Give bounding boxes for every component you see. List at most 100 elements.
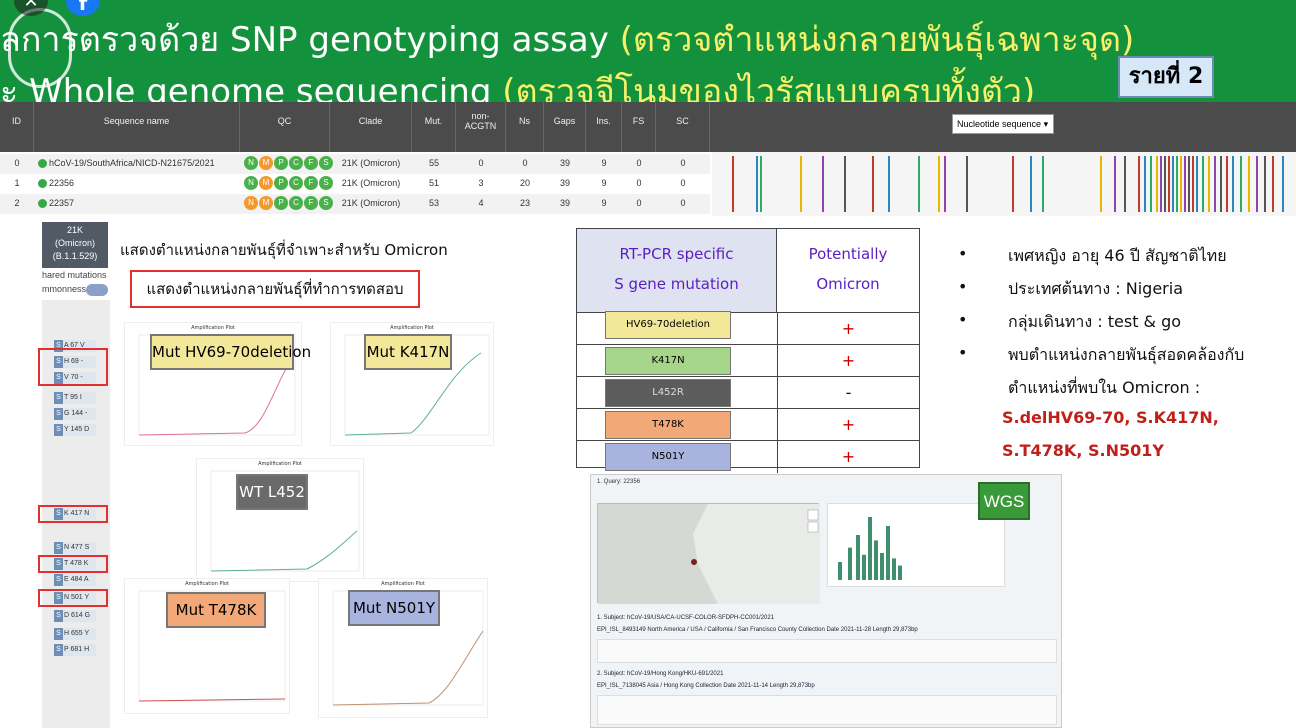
col-clade[interactable]: Clade [330, 102, 412, 152]
mutation-marker [1272, 156, 1274, 212]
mutation-marker [1188, 156, 1190, 212]
row-name: 22357 [38, 198, 75, 209]
row-clade: 21K (Omicron) [341, 158, 401, 168]
mutation-marker [1208, 156, 1210, 212]
mutation-marker [1114, 156, 1116, 212]
col-gaps[interactable]: Gaps [544, 102, 586, 152]
commonness-toggle[interactable] [86, 284, 108, 296]
rtpcr-row: N501Y + [577, 441, 919, 473]
table-row[interactable]: 1 22356 NMPCFS 21K (Omicron) 51 3 20 39 … [0, 174, 710, 194]
rtpcr-gene: HV69-70deletion [605, 311, 731, 339]
rtpcr-gene: L452R [605, 379, 731, 407]
mutation-marker [1240, 156, 1242, 212]
mutation-marker [938, 156, 940, 212]
mutation-marker [1184, 156, 1186, 212]
chevron-down-icon: ▾ [1043, 119, 1049, 129]
mutation-chip[interactable]: SD 614 G [54, 610, 96, 622]
mutation-chip[interactable]: SN 477 S [54, 542, 96, 554]
title-banner: ลการตรวจด้วย SNP genotyping assay (ตรวจต… [0, 0, 1296, 112]
case-badge: รายที่ 2 [1118, 56, 1214, 98]
wgs-subject-1-meta: EPI_ISL_8493149 North America / USA / Ca… [597, 627, 918, 633]
table-row[interactable]: 0 hCoV-19/SouthAfrica/NICD-N21675/2021 N… [0, 154, 710, 174]
mutation-marker [1042, 156, 1044, 212]
mutation-marker [1160, 156, 1162, 212]
mutation-marker [822, 156, 824, 212]
col-sc[interactable]: SC [656, 102, 710, 152]
row-sc: 0 [680, 178, 686, 188]
mutation-chip[interactable]: SP 681 H [54, 644, 96, 656]
row-ns: 0 [522, 158, 528, 168]
bullet-text: พบตำแหน่งกลายพันธุ์สอดคล้องกับ [1008, 345, 1245, 364]
col-non-acgtn[interactable]: non-ACGTN [456, 102, 506, 152]
col-ns[interactable]: Ns [506, 102, 544, 152]
mutation-marker [1168, 156, 1170, 212]
alignment-block-1 [597, 639, 1057, 663]
row-non-acgtn: 4 [478, 198, 484, 208]
row-ns: 23 [519, 198, 530, 208]
mutation-chip[interactable]: SG 144 - [54, 408, 96, 420]
row-mut: 51 [428, 178, 439, 188]
histogram-bar [874, 540, 878, 580]
label-mut-t478k: Mut T478K [166, 592, 266, 628]
row-clade: 21K (Omicron) [341, 178, 401, 188]
rtpcr-header-left-2: S gene mutation [614, 275, 739, 293]
gene-s-tag: S [54, 574, 63, 586]
mutation-marker [944, 156, 946, 212]
rtpcr-result: + [777, 441, 919, 473]
col-ins[interactable]: Ins. [586, 102, 622, 152]
qc-n-badge: N [244, 176, 258, 190]
wgs-map[interactable] [597, 503, 820, 604]
mutation-marker [1124, 156, 1126, 212]
sequence-view-dropdown[interactable]: Nucleotide sequence ▾ [952, 114, 1054, 134]
mutation-markers [732, 156, 1284, 212]
title-line-1: ลการตรวจด้วย SNP genotyping assay (ตรวจต… [0, 12, 1134, 66]
rtpcr-row: HV69-70deletion + [577, 311, 919, 345]
qc-p-badge: P [274, 156, 288, 170]
sequence-view-value: Nucleotide sequence [957, 119, 1042, 129]
col-sequence-name[interactable]: Sequence name [34, 102, 240, 152]
row-ins: 9 [601, 198, 607, 208]
row-fs: 0 [636, 178, 642, 188]
title-line-1-yellow: (ตรวจตำแหน่งกลายพันธุ์เฉพาะจุด) [619, 20, 1135, 60]
wgs-subject-2-meta: EPI_ISL_7138045 Asia / Hong Kong Collect… [597, 683, 815, 689]
mutation-chip[interactable]: SY 145 D [54, 424, 96, 436]
gene-s-tag: S [54, 542, 63, 554]
qc-p-badge: P [274, 196, 288, 210]
col-fs[interactable]: FS [622, 102, 656, 152]
bullet-text: ตำแหน่งที่พบใน Omicron : [1008, 378, 1201, 397]
row-fs: 0 [636, 158, 642, 168]
qc-m-badge: M [259, 196, 273, 210]
mutation-marker [1226, 156, 1228, 212]
row-name: 22356 [38, 178, 74, 189]
row-name-text: 22357 [49, 198, 75, 208]
mutation-marker [1264, 156, 1266, 212]
mutation-marker [756, 156, 758, 212]
col-qc[interactable]: QC [240, 102, 330, 152]
mutation-chip[interactable]: SH 655 Y [54, 628, 96, 640]
row-mut: 53 [428, 198, 439, 208]
table-body: 0 hCoV-19/SouthAfrica/NICD-N21675/2021 N… [0, 152, 710, 216]
bullet-dot: • [958, 277, 968, 296]
col-id[interactable]: ID [0, 102, 34, 152]
qc-n-badge: N [244, 196, 258, 210]
histogram-bar [856, 535, 860, 580]
qc-badges: NMPCFS [244, 156, 334, 172]
mutation-chip[interactable]: ST 95 I [54, 392, 96, 404]
col-mut[interactable]: Mut. [412, 102, 456, 152]
row-mut: 55 [428, 158, 439, 168]
gene-s-tag: S [54, 392, 63, 404]
table-row[interactable]: 2 22357 NMPCFS 21K (Omicron) 53 4 23 39 … [0, 194, 710, 214]
matched-mutations-1: S.delHV69-70, S.K417N, [1002, 408, 1219, 427]
qc-badges: NMPCFS [244, 196, 334, 212]
mutation-marker [1100, 156, 1102, 212]
bullet-dot: • [958, 244, 968, 263]
mutation-marker [1156, 156, 1158, 212]
matched-mutations-2: S.T478K, S.N501Y [1002, 441, 1164, 460]
check-icon [38, 159, 47, 169]
nucleotide-sequence-view[interactable] [712, 152, 1296, 216]
title-line-1-white: ลการตรวจด้วย SNP genotyping assay [0, 20, 609, 60]
mutation-chip[interactable]: SE 484 A [54, 574, 96, 586]
check-icon [38, 199, 47, 209]
clade-label: (Omicron) [55, 238, 95, 248]
row-name-text: hCoV-19/SouthAfrica/NICD-N21675/2021 [49, 158, 215, 168]
